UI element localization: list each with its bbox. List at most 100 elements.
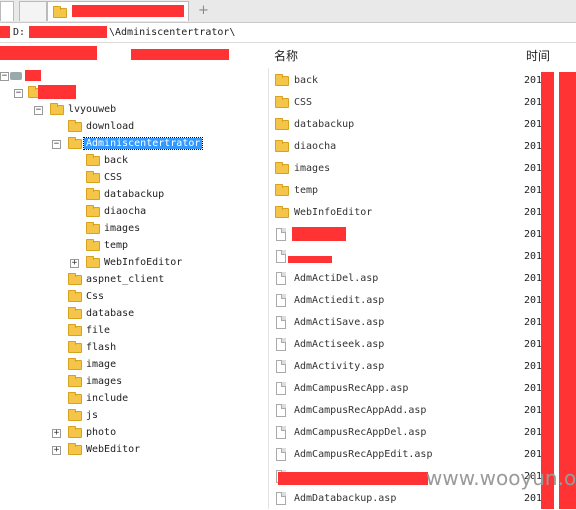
list-item-file[interactable]: AdmCampusRecAppDel.asp bbox=[275, 422, 515, 444]
list-item-folder[interactable]: databackup bbox=[275, 114, 515, 136]
list-item-file[interactable]: AdmCampusRecAppEdit.asp bbox=[275, 444, 515, 466]
folder-icon bbox=[68, 307, 82, 319]
tree-node[interactable]: + WebInfoEditor bbox=[70, 255, 270, 272]
column-header-time[interactable]: 时间 bbox=[526, 47, 550, 64]
redaction-bar bbox=[559, 72, 576, 509]
list-item-file[interactable]: AdmDatabackup.asp bbox=[275, 488, 515, 510]
list-item-file[interactable]: AdmActiSave.asp bbox=[275, 312, 515, 334]
list-item-file[interactable]: AdmActiseek.asp bbox=[275, 334, 515, 356]
expander-icon[interactable]: + bbox=[70, 259, 79, 268]
list-item-name: AdmActiedit.asp bbox=[294, 295, 385, 306]
list-item-name: AdmCampusRecAppDel.asp bbox=[294, 427, 427, 438]
list-item-folder[interactable]: diaocha bbox=[275, 136, 515, 158]
folder-icon bbox=[68, 392, 82, 404]
tab-bar: + bbox=[0, 0, 576, 23]
list-item-file[interactable]: AdmActiDel.asp bbox=[275, 268, 515, 290]
folder-icon bbox=[68, 120, 82, 132]
expander-icon[interactable]: + bbox=[52, 429, 61, 438]
redaction-bar bbox=[131, 49, 229, 60]
list-item-name: AdmActiSave.asp bbox=[294, 317, 385, 328]
file-icon bbox=[276, 404, 286, 417]
folder-icon bbox=[275, 184, 289, 196]
folder-icon bbox=[275, 162, 289, 174]
tree-node[interactable]: download bbox=[52, 119, 252, 136]
tree-root[interactable]: − bbox=[0, 68, 60, 85]
list-item-folder[interactable]: images bbox=[275, 158, 515, 180]
list-item-folder[interactable]: temp bbox=[275, 180, 515, 202]
tree-node[interactable]: databackup bbox=[70, 187, 270, 204]
column-header-name[interactable]: 名称 bbox=[274, 47, 298, 64]
tree-node[interactable]: + WebEditor bbox=[52, 442, 252, 459]
tree-node-label: image bbox=[86, 359, 117, 370]
watermark: www.wooyun.org bbox=[426, 466, 576, 490]
tree-node[interactable]: CSS bbox=[70, 170, 270, 187]
tree-node-label: images bbox=[86, 376, 123, 387]
list-item-name: AdmActivity.asp bbox=[294, 361, 385, 372]
tab-redacted[interactable] bbox=[47, 1, 189, 21]
tree-node[interactable]: js bbox=[52, 408, 252, 425]
list-item-folder[interactable]: back bbox=[275, 70, 515, 92]
collapse-icon[interactable]: − bbox=[0, 72, 9, 81]
tree-node[interactable]: images bbox=[70, 221, 270, 238]
time-text: 201 bbox=[524, 295, 543, 306]
tree-node-label: back bbox=[104, 155, 129, 166]
folder-icon bbox=[86, 256, 100, 268]
list-item-name: AdmActiseek.asp bbox=[294, 339, 385, 350]
time-text: 201 bbox=[524, 119, 543, 130]
tree-node[interactable]: flash bbox=[52, 340, 252, 357]
folder-icon bbox=[68, 273, 82, 285]
file-icon bbox=[276, 338, 286, 351]
time-text: 201 bbox=[524, 97, 543, 108]
tree-node[interactable]: back bbox=[70, 153, 270, 170]
folder-icon bbox=[275, 96, 289, 108]
tree-node[interactable]: database bbox=[52, 306, 252, 323]
time-text: 201 bbox=[524, 339, 543, 350]
tree-node[interactable]: file bbox=[52, 323, 252, 340]
folder-icon bbox=[275, 118, 289, 130]
tab-active-edge[interactable] bbox=[0, 1, 14, 21]
tree-node-label: databackup bbox=[104, 189, 165, 200]
folder-icon bbox=[86, 188, 100, 200]
expander-icon[interactable]: − bbox=[34, 106, 43, 115]
list-item-name: temp bbox=[294, 185, 319, 196]
tree-node[interactable]: image bbox=[52, 357, 252, 374]
tree-node[interactable]: Css bbox=[52, 289, 252, 306]
expander-icon[interactable]: + bbox=[52, 446, 61, 455]
list-item-file[interactable]: AdmCampusRecAppAdd.asp bbox=[275, 400, 515, 422]
tree-node[interactable]: include bbox=[52, 391, 252, 408]
list-item-file[interactable]: AdmCampusRecApp.asp bbox=[275, 378, 515, 400]
tree-node[interactable]: aspnet_client bbox=[52, 272, 252, 289]
list-item-folder[interactable]: CSS bbox=[275, 92, 515, 114]
time-text: 201 bbox=[524, 229, 543, 240]
folder-icon bbox=[86, 205, 100, 217]
pane-divider[interactable] bbox=[268, 68, 269, 509]
tree-node[interactable]: − lvyouweb bbox=[34, 102, 234, 119]
redaction-bar bbox=[288, 256, 332, 263]
list-item-file[interactable]: AdmActiedit.asp bbox=[275, 290, 515, 312]
tree-node[interactable]: images bbox=[52, 374, 252, 391]
tree-node-label: images bbox=[104, 223, 141, 234]
time-text: 201 bbox=[524, 141, 543, 152]
tree-node[interactable]: diaocha bbox=[70, 204, 270, 221]
list-item-name: AdmCampusRecApp.asp bbox=[294, 383, 409, 394]
tab-blank[interactable] bbox=[19, 1, 47, 21]
file-icon bbox=[276, 360, 286, 373]
folder-icon bbox=[50, 103, 64, 115]
tree-node[interactable]: − Adminiscentertrator bbox=[52, 136, 252, 153]
address-bar[interactable]: D: \Adminiscentertrator\ bbox=[0, 24, 576, 43]
tree-node[interactable]: temp bbox=[70, 238, 270, 255]
tree-drive[interactable]: − bbox=[14, 85, 84, 102]
expander-icon[interactable]: − bbox=[52, 140, 61, 149]
list-item-file[interactable]: AdmActivity.asp bbox=[275, 356, 515, 378]
folder-icon bbox=[68, 341, 82, 353]
tree-node-label: Css bbox=[86, 291, 105, 302]
collapse-icon[interactable]: − bbox=[14, 89, 23, 98]
folder-icon bbox=[275, 74, 289, 86]
folder-icon bbox=[86, 222, 100, 234]
file-icon bbox=[276, 316, 286, 329]
time-text: 201 bbox=[524, 317, 543, 328]
tree-node[interactable]: + photo bbox=[52, 425, 252, 442]
new-tab-button[interactable]: + bbox=[198, 3, 209, 18]
list-item-name: WebInfoEditor bbox=[294, 207, 373, 218]
list-item-folder[interactable]: WebInfoEditor bbox=[275, 202, 515, 224]
